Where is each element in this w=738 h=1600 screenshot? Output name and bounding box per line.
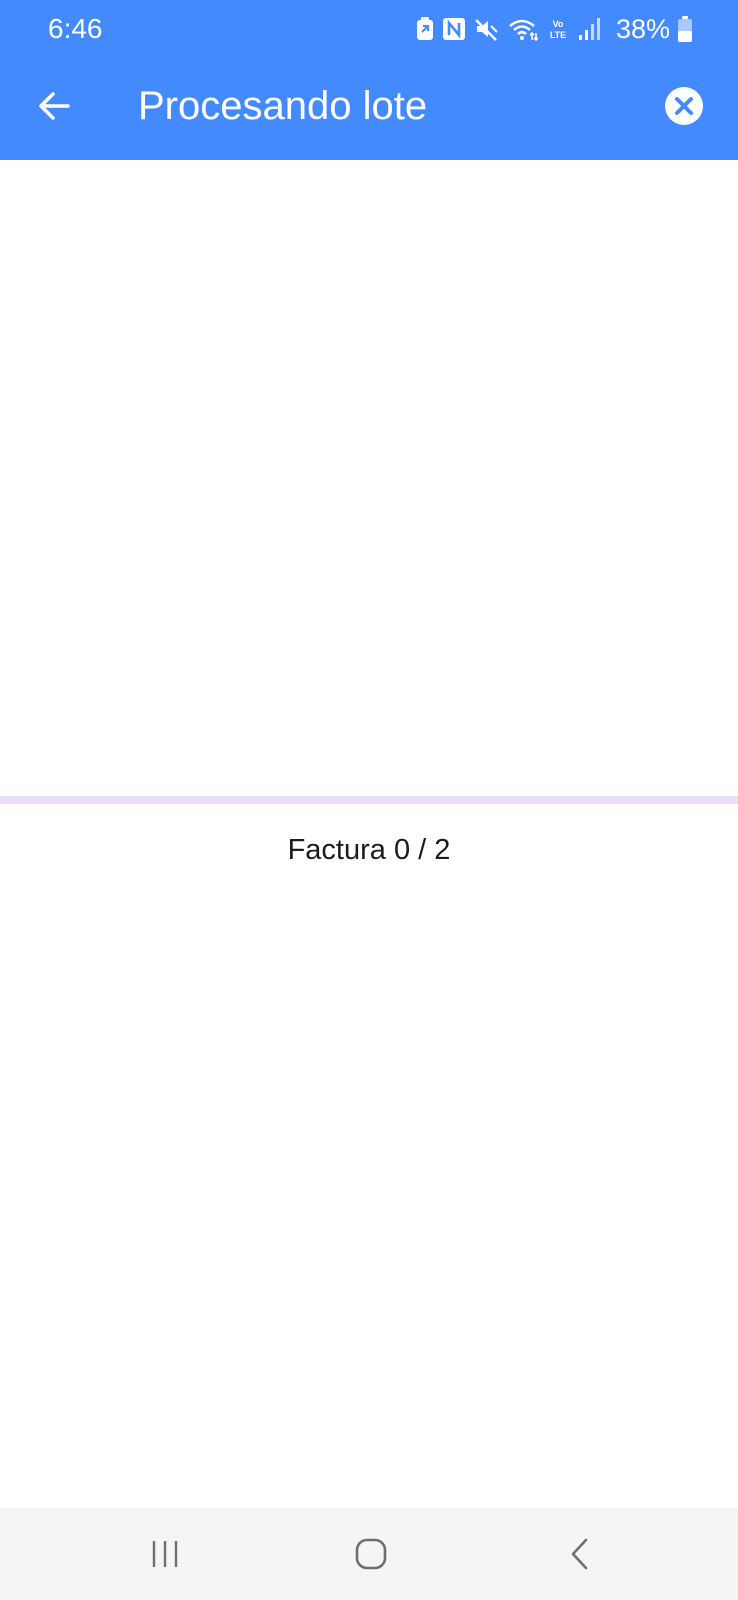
svg-text:Vo: Vo (553, 19, 564, 29)
system-back-button[interactable] (549, 1526, 609, 1582)
wifi-icon (508, 17, 538, 41)
screen: 6:46 Vo LTE 38% Procesando lote Factura … (0, 0, 738, 1600)
status-time: 6:46 (48, 13, 103, 44)
signal-icon (578, 17, 604, 41)
home-icon (355, 1538, 387, 1570)
nfc-icon (442, 17, 466, 41)
arrow-back-icon (39, 92, 70, 120)
cancel-circle-icon (665, 87, 703, 125)
svg-text:LTE: LTE (550, 30, 566, 40)
cancel-button[interactable] (658, 80, 710, 132)
status-icons: Vo LTE 38% (416, 12, 692, 46)
navigation-bar (0, 1508, 738, 1600)
page-title: Procesando lote (138, 84, 428, 128)
home-button[interactable] (341, 1526, 401, 1582)
mute-icon (474, 17, 500, 41)
recents-button[interactable] (135, 1526, 195, 1582)
status-bar: 6:46 Vo LTE 38% (0, 0, 738, 58)
app-bar: Procesando lote (0, 58, 738, 160)
back-button[interactable] (26, 78, 82, 134)
battery-percent: 38% (615, 14, 670, 44)
battery-icon (678, 16, 692, 42)
progress-label: Factura 0 / 2 (287, 834, 451, 866)
progress-bar (0, 796, 738, 804)
recents-icon (152, 1541, 178, 1567)
battery-saver-icon (416, 17, 434, 41)
volte-icon: Vo LTE (546, 17, 570, 41)
back-chevron-icon (571, 1538, 588, 1570)
